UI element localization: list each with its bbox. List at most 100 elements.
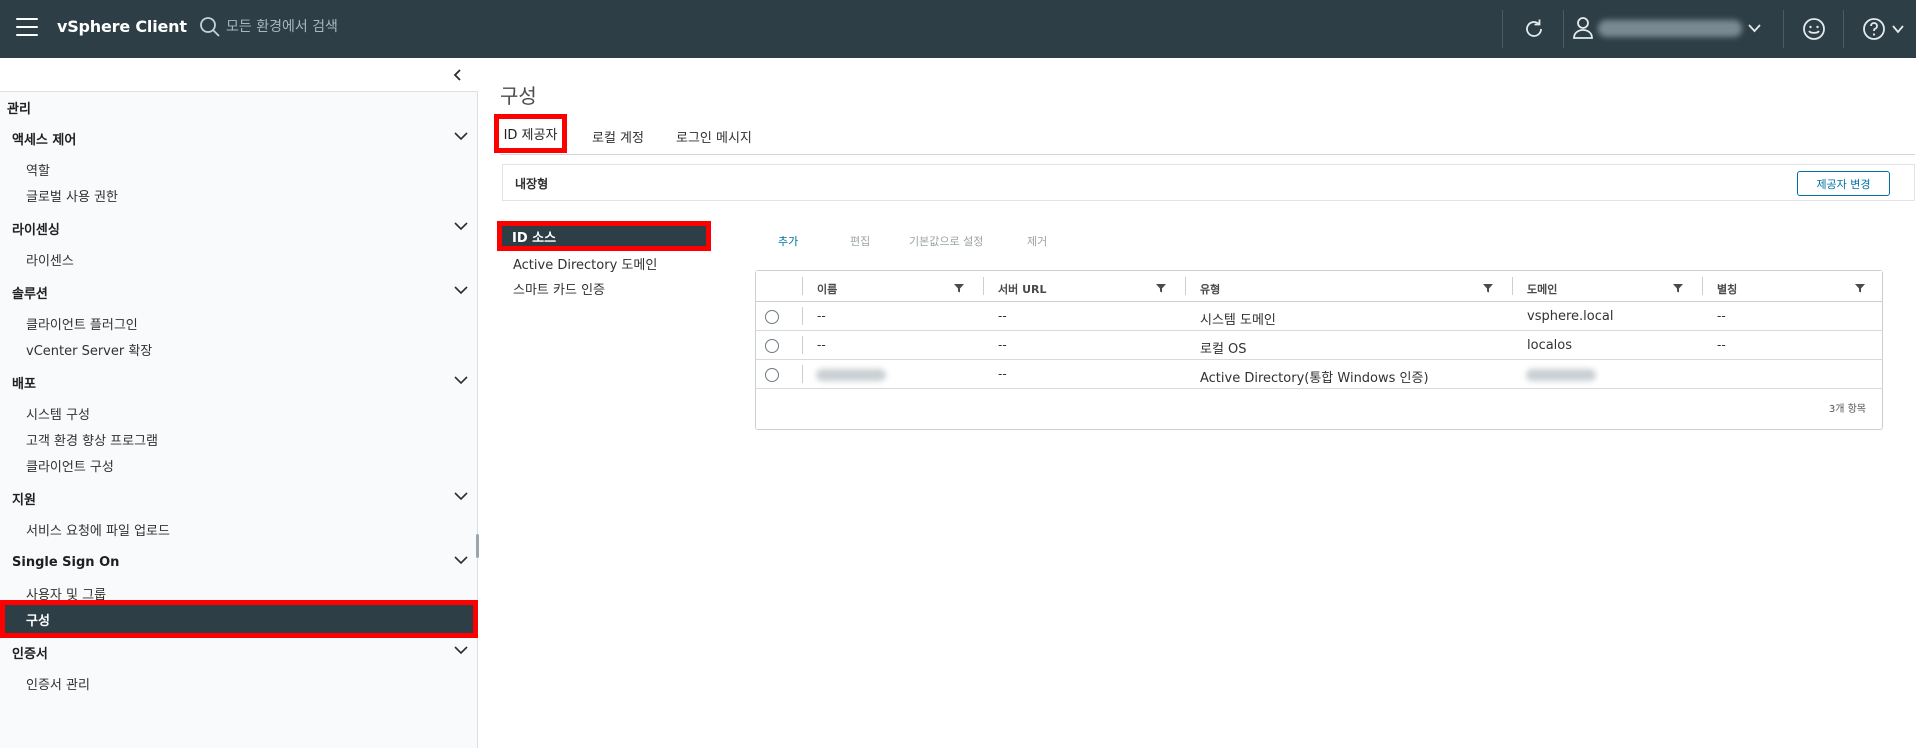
- column-header-type[interactable]: 유형: [1200, 281, 1220, 297]
- tabs-underline: [500, 154, 1915, 155]
- sidebar-item-system-config[interactable]: 시스템 구성: [26, 404, 90, 423]
- row-radio[interactable]: [765, 310, 779, 324]
- cell-type: 로컬 OS: [1200, 342, 1247, 357]
- user-menu-button[interactable]: [1568, 0, 1762, 58]
- column-header-domain[interactable]: 도메인: [1527, 281, 1557, 297]
- chevron-left-icon[interactable]: [450, 67, 466, 83]
- cell-type: Active Directory(통합 Windows 인증): [1200, 371, 1429, 386]
- table-row[interactable]: -- Active Directory(통합 Windows 인증): [756, 360, 1882, 389]
- tab-login-message[interactable]: 로그인 메시지: [676, 127, 752, 146]
- column-separator: [1512, 277, 1513, 295]
- filter-icon[interactable]: [1855, 283, 1865, 293]
- sidebar-group-solutions[interactable]: 솔루션: [12, 281, 468, 303]
- chevron-down-icon: [454, 646, 468, 655]
- sidebar-group-licensing[interactable]: 라이센싱: [12, 217, 468, 239]
- filter-icon[interactable]: [1156, 283, 1166, 293]
- sidebar-item-ceip[interactable]: 고객 환경 향상 프로그램: [26, 430, 158, 449]
- column-separator: [983, 277, 984, 295]
- change-provider-button[interactable]: 제공자 변경: [1797, 171, 1890, 196]
- chevron-down-icon: [454, 492, 468, 501]
- grid-item-count: 3개 항목: [1828, 404, 1866, 415]
- header-divider: [1843, 10, 1844, 48]
- cell-name-redacted: [816, 369, 886, 381]
- smiley-feedback-icon: [1803, 18, 1825, 40]
- column-separator: [802, 307, 803, 325]
- chevron-down-icon: [1892, 25, 1904, 34]
- refresh-icon: [1526, 19, 1542, 37]
- add-button[interactable]: 추가: [778, 233, 798, 249]
- sidebar-item-client-plugins[interactable]: 클라이언트 플러그인: [26, 314, 138, 333]
- cell-alias: --: [1717, 309, 1726, 323]
- row-radio[interactable]: [765, 339, 779, 353]
- sidebar-item-users-groups[interactable]: 사용자 및 그룹: [26, 584, 106, 603]
- sidebar-item-licenses[interactable]: 라이센스: [26, 250, 74, 269]
- id-sources-grid: 이름 서버 URL 유형 도메인 별칭 -- -- 시스템 도메인 vspher…: [755, 270, 1883, 430]
- column-separator: [1185, 277, 1186, 295]
- column-separator: [802, 365, 803, 383]
- search-icon: [200, 17, 220, 37]
- help-menu-button[interactable]: [1858, 0, 1908, 58]
- feedback-button[interactable]: [1796, 0, 1832, 58]
- sidebar-item-global-permissions[interactable]: 글로벌 사용 권한: [26, 186, 118, 205]
- sidebar-group-support[interactable]: 지원: [12, 487, 468, 509]
- sidebar: 관리 액세스 제어 역할 글로벌 사용 권한 라이센싱 라이센스 솔루션 클라이…: [0, 58, 479, 748]
- chevron-down-icon: [454, 556, 468, 565]
- menu-item-id-sources[interactable]: ID 소스: [497, 221, 711, 251]
- tab-local-accounts[interactable]: 로컬 계정: [592, 127, 644, 146]
- filter-icon[interactable]: [1483, 283, 1493, 293]
- chevron-down-icon: [454, 286, 468, 295]
- column-header-server-url[interactable]: 서버 URL: [998, 281, 1046, 297]
- sidebar-group-label: 액세스 제어: [12, 132, 77, 148]
- provider-bar: 내장형 제공자 변경: [502, 164, 1915, 201]
- set-default-button[interactable]: 기본값으로 설정: [909, 233, 983, 249]
- grid-header: 이름 서버 URL 유형 도메인 별칭: [756, 271, 1882, 302]
- cell-domain: localos: [1527, 338, 1573, 353]
- cell-server-url: --: [998, 309, 1007, 323]
- sidebar-group-access-control[interactable]: 액세스 제어: [12, 127, 468, 149]
- hamburger-menu-icon[interactable]: [16, 18, 38, 36]
- filter-icon[interactable]: [1673, 283, 1683, 293]
- sidebar-group-certificates[interactable]: 인증서: [12, 641, 468, 663]
- column-header-alias[interactable]: 별칭: [1717, 281, 1737, 297]
- header-divider: [1563, 10, 1564, 48]
- header-divider: [1502, 10, 1503, 48]
- app-title[interactable]: vSphere Client: [57, 17, 187, 36]
- menu-item-ad-domain[interactable]: Active Directory 도메인: [513, 254, 657, 273]
- sidebar-item-vcenter-extensions[interactable]: vCenter Server 확장: [26, 340, 152, 359]
- tab-id-provider[interactable]: ID 제공자: [494, 114, 567, 153]
- sidebar-item-upload-file[interactable]: 서비스 요청에 파일 업로드: [26, 520, 170, 539]
- cell-alias: --: [1717, 338, 1726, 352]
- edit-button[interactable]: 편집: [850, 233, 870, 249]
- sidebar-item-certificate-management[interactable]: 인증서 관리: [26, 674, 90, 693]
- sidebar-group-label: 배포: [12, 376, 36, 392]
- cell-server-url: --: [998, 338, 1007, 352]
- chevron-down-icon: [454, 222, 468, 231]
- remove-button[interactable]: 제거: [1027, 233, 1047, 249]
- main-content: 구성 ID 제공자 로컬 계정 로그인 메시지 내장형 제공자 변경 ID 소스…: [479, 58, 1916, 748]
- table-row[interactable]: -- -- 시스템 도메인 vsphere.local --: [756, 302, 1882, 331]
- row-radio[interactable]: [765, 368, 779, 382]
- filter-icon[interactable]: [954, 283, 964, 293]
- chevron-down-icon: [454, 132, 468, 141]
- user-icon: [1573, 17, 1593, 39]
- sidebar-group-label: 라이센싱: [12, 222, 60, 238]
- column-header-name[interactable]: 이름: [817, 281, 837, 297]
- chevron-down-icon: [1748, 24, 1761, 33]
- sidebar-item-roles[interactable]: 역할: [26, 160, 50, 179]
- sidebar-item-client-config[interactable]: 클라이언트 구성: [26, 456, 114, 475]
- sidebar-group-deployment[interactable]: 배포: [12, 371, 468, 393]
- sidebar-group-label: 인증서: [12, 646, 48, 662]
- sidebar-group-sso[interactable]: Single Sign On: [12, 551, 468, 573]
- sidebar-item-configuration[interactable]: 구성: [0, 600, 478, 638]
- cell-domain-redacted: [1526, 369, 1596, 381]
- sidebar-collapse-bar: [0, 58, 478, 92]
- table-row[interactable]: -- -- 로컬 OS localos --: [756, 331, 1882, 360]
- sidebar-group-label: 솔루션: [12, 286, 48, 302]
- header-divider: [1783, 10, 1784, 48]
- refresh-button[interactable]: [1516, 0, 1552, 58]
- top-header: vSphere Client: [0, 0, 1916, 58]
- cell-domain: vsphere.local: [1527, 309, 1614, 324]
- sidebar-root-label: 관리: [7, 102, 31, 117]
- menu-item-smart-card[interactable]: 스마트 카드 인증: [513, 279, 605, 298]
- global-search-input[interactable]: [226, 14, 486, 40]
